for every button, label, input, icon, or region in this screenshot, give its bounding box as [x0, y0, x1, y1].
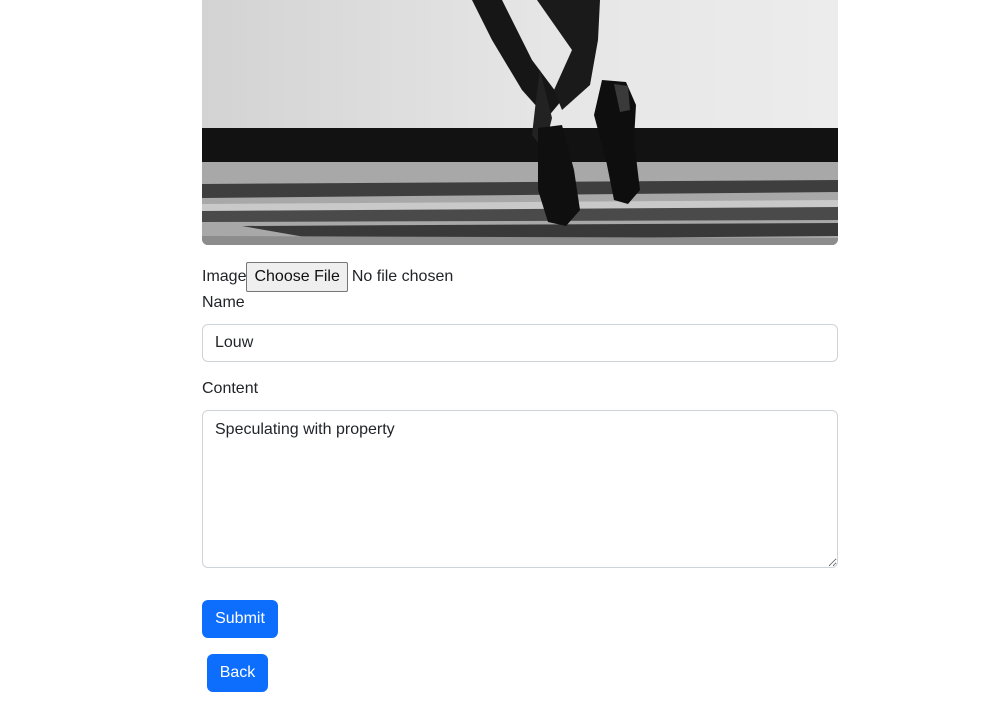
- image-label: Image: [202, 268, 247, 285]
- submit-button[interactable]: Submit: [202, 600, 278, 638]
- image-upload-row: Image Choose File No file chosen: [202, 262, 453, 292]
- content-label: Content: [202, 380, 259, 397]
- post-image-preview: [202, 0, 838, 245]
- photo-illustration: [202, 0, 838, 245]
- name-input[interactable]: [202, 324, 838, 362]
- file-status-text: No file chosen: [351, 268, 454, 285]
- name-label: Name: [202, 294, 245, 311]
- back-button[interactable]: Back: [207, 654, 268, 692]
- content-textarea[interactable]: Speculating with property: [202, 410, 838, 568]
- choose-file-button[interactable]: Choose File: [246, 262, 348, 292]
